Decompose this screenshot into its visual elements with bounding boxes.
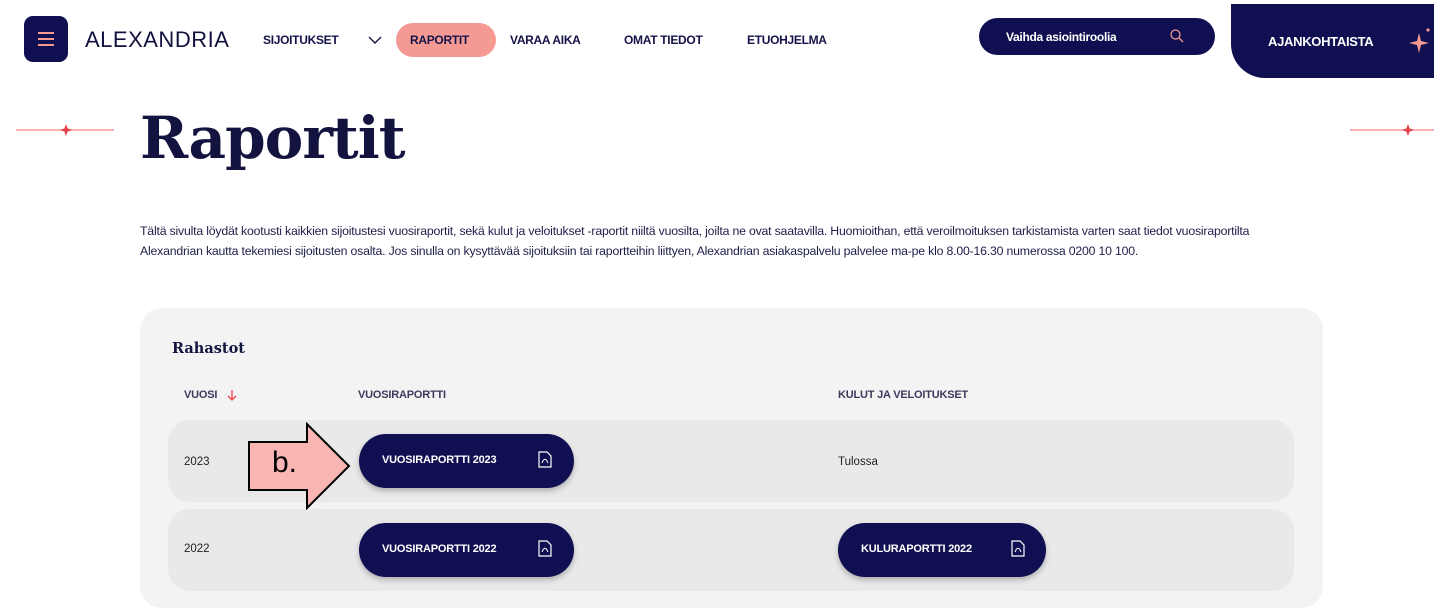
table-row [168,509,1294,591]
role-switch-search[interactable]: Vaihda asiointiroolia [979,18,1215,55]
column-header-year[interactable]: VUOSI [184,389,217,401]
costs-status-2023: Tulossa [838,456,878,468]
sparkle-icon [1409,28,1430,53]
decorative-line-right [1350,124,1434,136]
news-label: AJANKOHTAISTA [1268,34,1374,49]
decorative-line-left [16,124,114,136]
hamburger-icon [38,32,54,46]
annual-report-2023-button[interactable]: VUOSIRAPORTTI 2023 [359,434,574,488]
page-title: Raportit [140,104,406,172]
row-year: 2022 [184,543,210,555]
sort-down-arrow-icon[interactable] [227,389,237,402]
pdf-icon [538,451,552,468]
page-intro: Tältä sivulta löydät kootusti kaikkien s… [140,224,1250,258]
chevron-down-icon[interactable] [368,36,382,45]
row-year: 2023 [184,456,210,468]
cost-report-2022-button[interactable]: KULURAPORTTI 2022 [838,523,1046,577]
nav-item-varaa-aika[interactable]: VARAA AIKA [510,33,581,47]
annual-report-2022-label: VUOSIRAPORTTI 2022 [382,543,497,555]
search-icon [1170,29,1184,43]
column-header-annual-report: VUOSIRAPORTTI [358,389,446,401]
menu-button[interactable] [24,16,68,62]
annual-report-2022-button[interactable]: VUOSIRAPORTTI 2022 [359,523,574,577]
reports-section-title: Rahastot [172,340,245,357]
pdf-icon [1011,540,1025,557]
column-header-costs: KULUT JA VELOITUKSET [838,389,969,401]
annual-report-2023-label: VUOSIRAPORTTI 2023 [382,454,497,466]
pdf-icon [538,540,552,557]
nav-item-sijoitukset[interactable]: SIJOITUKSET [263,33,339,47]
annotation-label: b. [272,446,298,479]
role-switch-label: Vaihda asiointiroolia [1006,30,1117,44]
nav-item-raportit[interactable]: RAPORTIT [410,33,469,47]
news-button[interactable]: AJANKOHTAISTA [1231,4,1434,78]
annotation-arrow [248,422,351,510]
nav-item-omat-tiedot[interactable]: OMAT TIEDOT [624,33,703,47]
cost-report-2022-label: KULURAPORTTI 2022 [861,543,972,555]
brand-logo[interactable]: ALEXANDRIA [85,27,229,53]
nav-item-etuohjelma[interactable]: ETUOHJELMA [747,33,827,47]
